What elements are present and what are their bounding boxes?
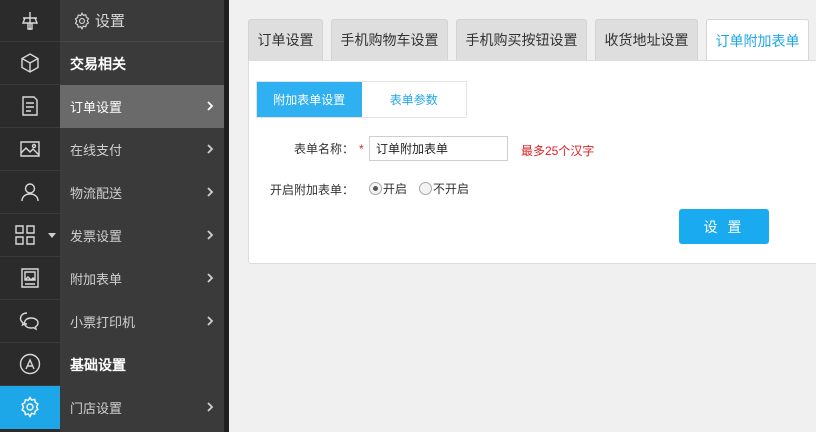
settings-panel: 附加表单设置 表单参数 表单名称： * 最多25个汉字 开启附加表单： 开启 不… <box>248 60 816 264</box>
tab-shipping-address[interactable]: 收货地址设置 <box>595 19 698 60</box>
tab-order-settings[interactable]: 订单设置 <box>248 19 323 60</box>
logo-icon <box>21 11 39 30</box>
chevron-right-icon <box>204 315 216 327</box>
sidebar-header: 设置 <box>60 0 224 42</box>
rail-design[interactable] <box>0 257 60 300</box>
chevron-right-icon <box>204 272 216 284</box>
rail-members[interactable] <box>0 171 60 214</box>
chevron-right-icon <box>204 229 216 241</box>
enable-form-row: 开启附加表单： <box>249 181 354 198</box>
form-name-row: 表单名称： * <box>249 140 364 157</box>
sidebar-group-trade: 交易相关 <box>70 55 126 72</box>
radio-enable[interactable]: 开启 <box>369 180 407 197</box>
rail-media[interactable] <box>0 128 60 171</box>
sidebar-item-online-payment[interactable]: 在线支付 <box>60 128 224 171</box>
form-name-input[interactable] <box>369 136 508 161</box>
gear-icon <box>74 11 90 30</box>
radio-selected-dot <box>373 186 378 191</box>
rail-wechat[interactable] <box>0 300 60 343</box>
main-content: 订单设置 手机购物车设置 手机购买按钮设置 收货地址设置 订单附加表单 附加表单… <box>229 0 816 432</box>
image-icon <box>20 141 40 157</box>
picture-frame-icon <box>21 268 39 288</box>
chevron-right-icon <box>204 143 216 155</box>
tab-mobile-cart[interactable]: 手机购物车设置 <box>331 19 448 60</box>
icon-rail <box>0 0 60 432</box>
rail-logo[interactable] <box>0 0 60 42</box>
sidebar-item-logistics[interactable]: 物流配送 <box>60 171 224 214</box>
sidebar-item-order-settings[interactable]: 订单设置 <box>60 85 224 128</box>
tab-mobile-buy-button[interactable]: 手机购买按钮设置 <box>456 19 587 60</box>
subtab-bar: 附加表单设置 表单参数 <box>256 81 467 118</box>
grid-icon <box>15 225 35 245</box>
tab-order-extra-form[interactable]: 订单附加表单 <box>706 19 809 61</box>
sidebar-item-invoice[interactable]: 发票设置 <box>60 214 224 257</box>
rail-settings[interactable] <box>0 386 60 429</box>
sidebar-group-basic: 基础设置 <box>70 356 126 373</box>
chevron-right-icon <box>204 100 216 112</box>
sidebar-item-extra-form[interactable]: 附加表单 <box>60 257 224 300</box>
radio-enable-circle[interactable] <box>369 182 382 195</box>
cube-icon <box>21 53 39 73</box>
rail-store[interactable] <box>0 343 60 386</box>
gear-icon <box>21 396 39 418</box>
wechat-icon <box>19 312 39 331</box>
required-mark: * <box>359 141 364 156</box>
rail-orders[interactable] <box>0 85 60 128</box>
rail-apps[interactable] <box>0 214 60 257</box>
chevron-right-icon <box>204 401 216 413</box>
enable-form-label: 开启附加表单： <box>269 183 354 197</box>
radio-disable[interactable]: 不开启 <box>419 180 469 197</box>
chevron-right-icon <box>204 186 216 198</box>
save-settings-button[interactable]: 设 置 <box>679 209 769 244</box>
radio-disable-circle[interactable] <box>419 182 432 195</box>
sidebar-item-store-settings[interactable]: 门店设置 <box>60 386 224 429</box>
form-name-label: 表单名称： <box>293 142 354 156</box>
order-doc-icon <box>22 96 38 116</box>
form-name-hint: 最多25个汉字 <box>521 144 595 158</box>
chevron-down-icon <box>48 233 56 238</box>
subtab-form-params[interactable]: 表单参数 <box>361 82 466 117</box>
rail-goods[interactable] <box>0 42 60 85</box>
sidebar-item-receipt-printer[interactable]: 小票打印机 <box>60 300 224 343</box>
sidebar-title: 设置 <box>95 13 126 30</box>
sidebar: 设置 交易相关 订单设置 在线支付 物流配送 发票设置 附加表单 小票打印机 基… <box>60 0 224 432</box>
subtab-form-settings[interactable]: 附加表单设置 <box>257 82 362 117</box>
user-icon <box>21 183 39 202</box>
app-store-icon <box>19 353 41 375</box>
